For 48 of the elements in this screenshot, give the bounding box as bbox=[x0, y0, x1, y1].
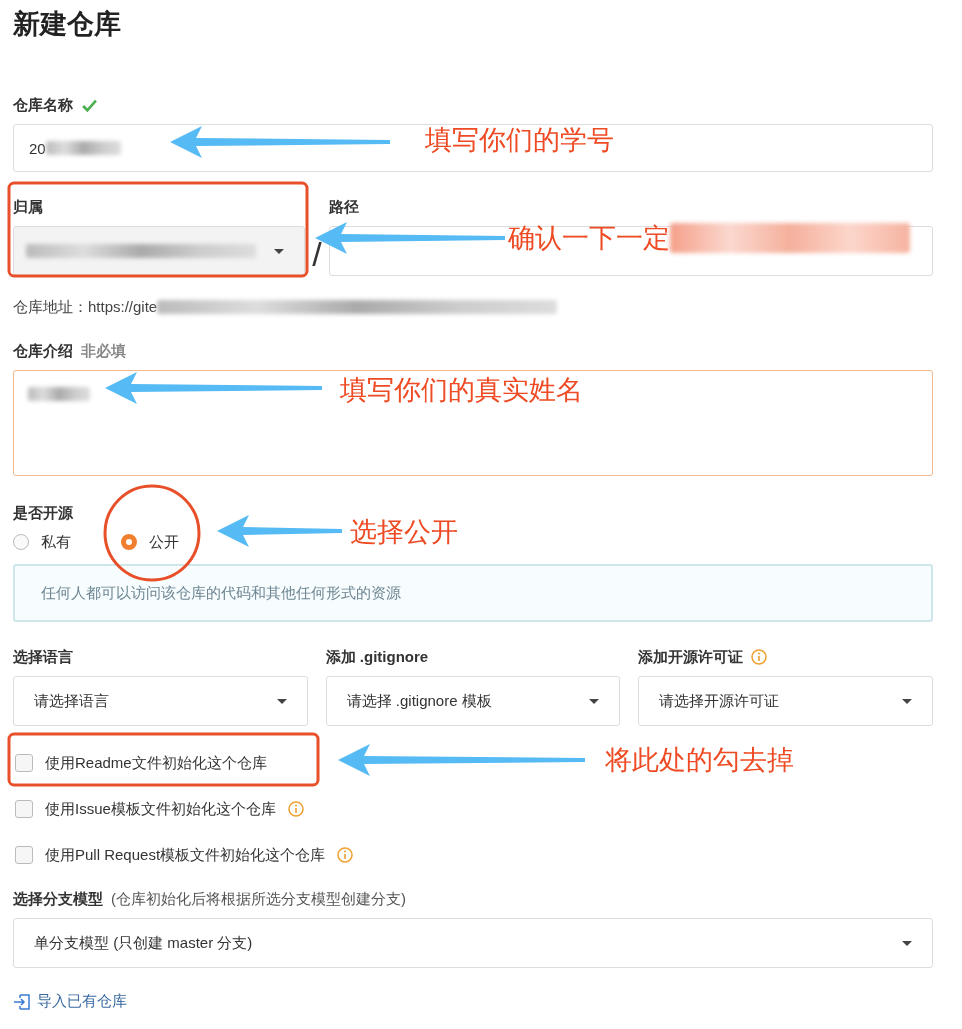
radio-option[interactable]: 公开 bbox=[121, 532, 179, 552]
caret-icon bbox=[902, 698, 912, 704]
annotation-text: 填写你们的学号 bbox=[425, 124, 614, 157]
caret-icon bbox=[589, 698, 600, 704]
field-label: 添加 .gitignore bbox=[325, 647, 429, 667]
field-hint: 非必填 bbox=[81, 341, 126, 361]
text-area[interactable] bbox=[13, 370, 933, 476]
owner-dropdown[interactable] bbox=[13, 226, 305, 276]
info-notice: 任何人都可以访问该仓库的代码和其他任何形式的资源 bbox=[13, 564, 933, 622]
dropdown[interactable]: 请选择开源许可证 bbox=[638, 676, 933, 726]
info-icon[interactable] bbox=[287, 801, 304, 817]
field-label: 归属 bbox=[13, 197, 44, 217]
dropdown[interactable]: 请选择 .gitignore 模板 bbox=[325, 676, 621, 726]
info-icon[interactable] bbox=[751, 649, 768, 665]
checkbox-label[interactable]: 使用Readme文件初始化这个仓库 bbox=[45, 753, 267, 773]
checkbox-label[interactable]: 使用Pull Request模板文件初始化这个仓库 bbox=[45, 845, 326, 865]
annotation-text: 填写你们的真实姓名 bbox=[340, 374, 583, 407]
field-label: 选择分支模型 bbox=[13, 889, 103, 909]
radio-button[interactable] bbox=[121, 534, 137, 550]
address-text: 仓库地址：https://gite bbox=[13, 297, 158, 317]
field-label: 路径 bbox=[329, 197, 360, 217]
separator: / bbox=[311, 234, 323, 274]
info-icon[interactable] bbox=[337, 847, 354, 863]
field-label: 添加开源许可证 bbox=[638, 647, 744, 667]
annotation-text: 选择公开 bbox=[350, 516, 458, 549]
field-value: 20 bbox=[29, 139, 46, 157]
field-label: 选择语言 bbox=[13, 647, 73, 667]
page-title: 新建仓库 bbox=[13, 8, 122, 41]
import-link[interactable]: 导入已有仓库 bbox=[37, 992, 127, 1011]
dropdown[interactable]: 单分支模型 (只创建 master 分支) bbox=[13, 918, 933, 968]
dropdown[interactable]: 请选择语言 bbox=[13, 676, 308, 726]
field-label: 仓库介绍 bbox=[13, 341, 73, 361]
radio-option[interactable]: 私有 bbox=[13, 532, 71, 552]
checkbox[interactable] bbox=[15, 800, 33, 818]
checkbox[interactable] bbox=[15, 754, 33, 772]
checkbox-label[interactable]: 使用Issue模板文件初始化这个仓库 bbox=[45, 799, 276, 819]
annotation-text: 将此处的勾去掉 bbox=[605, 744, 794, 777]
field-label: 是否开源 bbox=[13, 503, 74, 523]
field-hint: (仓库初始化后将根据所选分支模型创建分支) bbox=[111, 889, 406, 909]
field-label: 仓库名称 bbox=[13, 95, 73, 115]
caret-icon bbox=[274, 248, 284, 254]
blurred-text bbox=[28, 387, 90, 401]
annotation-text: 确认一下一定 bbox=[508, 222, 670, 255]
radio-button[interactable] bbox=[13, 534, 29, 550]
import-icon[interactable] bbox=[13, 992, 31, 1011]
caret-icon bbox=[276, 698, 287, 704]
caret-icon bbox=[902, 940, 912, 946]
checkbox[interactable] bbox=[15, 846, 33, 864]
